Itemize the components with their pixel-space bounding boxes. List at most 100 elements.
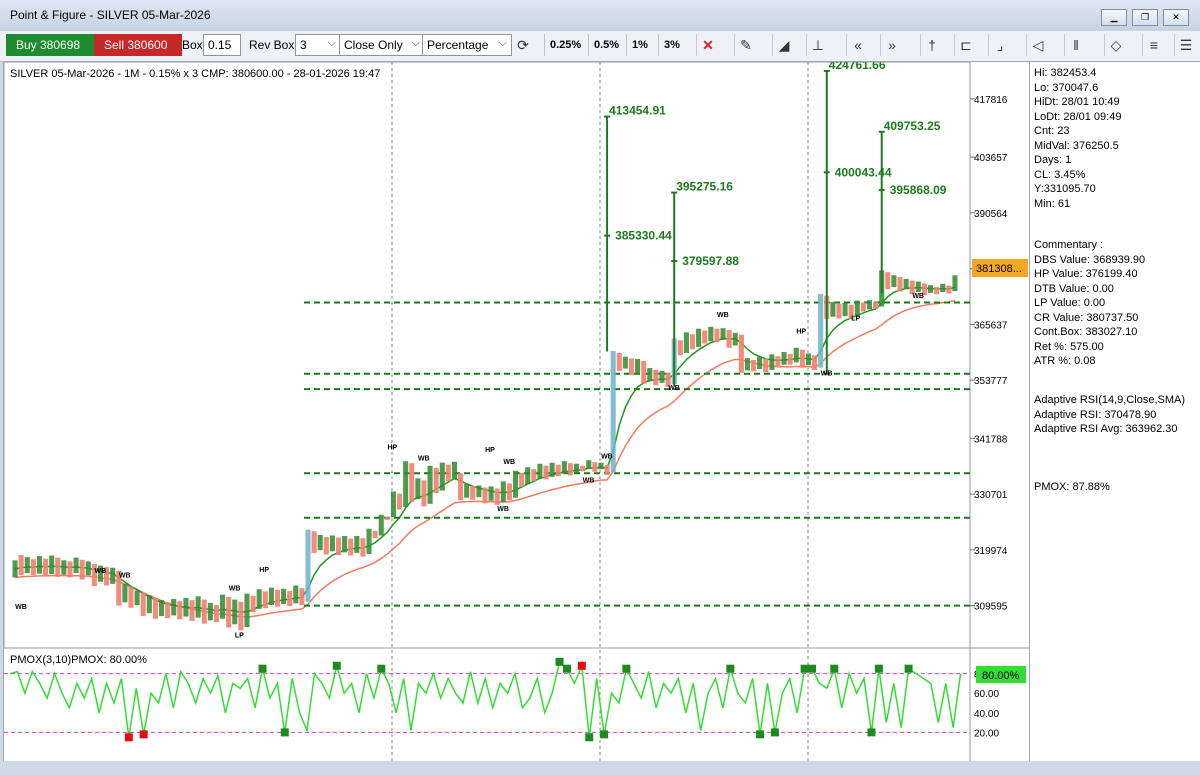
corner-icon[interactable]: ⌟: [988, 34, 1011, 56]
x-column: [769, 354, 775, 370]
x-column: [85, 561, 91, 576]
pmox-signal-marker: [830, 664, 839, 673]
x-column: [293, 585, 299, 604]
scale-mode-select[interactable]: Percentage: [422, 33, 512, 56]
pct-button-025[interactable]: 0.25%: [544, 34, 586, 56]
megaphone-icon[interactable]: ◁: [1026, 34, 1049, 56]
target-label: 424761.66: [829, 62, 886, 72]
info-stats-line: HiDt: 28/01 10:49: [1034, 96, 1120, 108]
pmox-signal-marker: [555, 657, 564, 666]
status-bar: [0, 761, 1200, 775]
x-column: [171, 599, 177, 616]
pattern-label: WB: [668, 385, 680, 392]
menu-icon[interactable]: ☰: [1174, 34, 1197, 56]
pmox-signal-marker: [377, 664, 386, 673]
info-stats-line: Lo: 370047.6: [1034, 81, 1099, 94]
y-tick-label: 417816: [974, 95, 1008, 106]
o-column: [18, 555, 24, 576]
o-column: [677, 340, 683, 356]
x-column: [805, 353, 812, 366]
o-column: [189, 600, 195, 621]
close-icon[interactable]: ✕: [696, 34, 719, 56]
x-column: [866, 300, 873, 310]
x-column: [439, 462, 445, 491]
pmox-signal-marker: [874, 664, 883, 673]
window-title: Point & Figure - SILVER 05-Mar-2026: [10, 8, 211, 22]
o-column: [628, 358, 635, 376]
triangle-icon[interactable]: ◢: [772, 34, 795, 56]
x-column: [378, 514, 384, 536]
x-column: [305, 529, 311, 602]
o-column: [860, 302, 866, 312]
minimize-icon[interactable]: ▁: [1101, 9, 1127, 26]
pattern-label: HP: [259, 567, 269, 574]
baseline-icon[interactable]: ⊥: [806, 34, 829, 56]
o-column: [372, 530, 378, 539]
y-tick-label: 319974: [974, 546, 1008, 557]
zoom-left-icon[interactable]: «: [846, 34, 869, 56]
target-label: 395868.09: [890, 183, 947, 197]
info-commentary-line: ATR %: 0.08: [1034, 355, 1096, 367]
o-column: [799, 349, 805, 368]
pattern-label: HP: [387, 445, 397, 452]
o-column: [238, 601, 244, 631]
o-column: [763, 358, 769, 373]
o-column: [311, 531, 317, 553]
buy-button[interactable]: Buy 380698: [6, 34, 94, 56]
pnf-chart[interactable]: 413454.91 385330.44 395275.16 379597.88 4247…: [3, 58, 1030, 762]
x-column: [512, 470, 519, 498]
x-column: [49, 555, 55, 575]
o-column: [140, 592, 146, 616]
o-column: [67, 561, 73, 578]
zoom-right-icon[interactable]: »: [880, 34, 903, 56]
o-column: [726, 330, 732, 348]
target-label: 395275.16: [676, 180, 733, 194]
x-column: [329, 535, 335, 552]
info-rsi-line: Adaptive RSI(14,9,Close,SMA): [1034, 394, 1186, 406]
pattern-label: WB: [583, 477, 595, 484]
x-column: [720, 328, 726, 340]
x-column: [915, 281, 921, 292]
chart-area[interactable]: 413454.91 385330.44 395275.16 379597.88 4247…: [3, 58, 1031, 763]
layers-icon[interactable]: ≡: [1142, 34, 1165, 56]
cross-icon[interactable]: †: [920, 34, 943, 56]
box-size-input[interactable]: 0.15: [203, 34, 241, 56]
edit-icon[interactable]: ✎: [734, 34, 757, 56]
o-column: [750, 360, 757, 372]
x-column: [732, 332, 738, 346]
sell-button[interactable]: Sell 380600: [94, 34, 182, 56]
rev-box-select[interactable]: 3: [295, 33, 341, 56]
info-commentary-line: CR Value: 380737.50: [1034, 311, 1139, 324]
x-column: [366, 528, 372, 554]
refresh-icon[interactable]: ⟳: [512, 34, 534, 56]
close-window-icon[interactable]: ✕: [1163, 9, 1189, 26]
diamond-icon[interactable]: ◇: [1104, 34, 1127, 56]
x-column: [830, 302, 836, 317]
pmox-signal-marker: [139, 730, 148, 739]
o-column: [397, 493, 403, 510]
o-column: [348, 538, 354, 556]
y-tick-label: 330701: [974, 490, 1008, 501]
bracket-icon[interactable]: ⊏: [954, 34, 977, 56]
info-commentary-line: DBS Value: 368939.90: [1034, 253, 1146, 266]
bar-icon[interactable]: ‖: [1064, 34, 1087, 56]
y-tick-label: 365637: [974, 320, 1008, 331]
close-mode-select[interactable]: Close Only: [339, 33, 425, 56]
pct-button-1[interactable]: 1%: [626, 34, 653, 56]
pct-button-3[interactable]: 3%: [658, 34, 685, 56]
o-column: [128, 586, 134, 608]
pct-button-05[interactable]: 0.5%: [588, 34, 624, 56]
o-column: [738, 334, 744, 373]
maximize-icon[interactable]: ❐: [1132, 9, 1158, 26]
pmox-signal-marker: [585, 733, 594, 742]
x-column: [903, 278, 909, 290]
o-column: [494, 488, 500, 505]
x-column: [952, 275, 958, 292]
current-price-label: 381308...: [976, 263, 1022, 275]
info-commentary-line: Ret %: 575.00: [1034, 340, 1104, 353]
info-stats-line: Min: 61: [1034, 197, 1071, 210]
pmox-signal-marker: [280, 728, 289, 737]
x-column: [403, 461, 409, 507]
x-column: [220, 594, 226, 619]
x-column: [537, 463, 543, 479]
